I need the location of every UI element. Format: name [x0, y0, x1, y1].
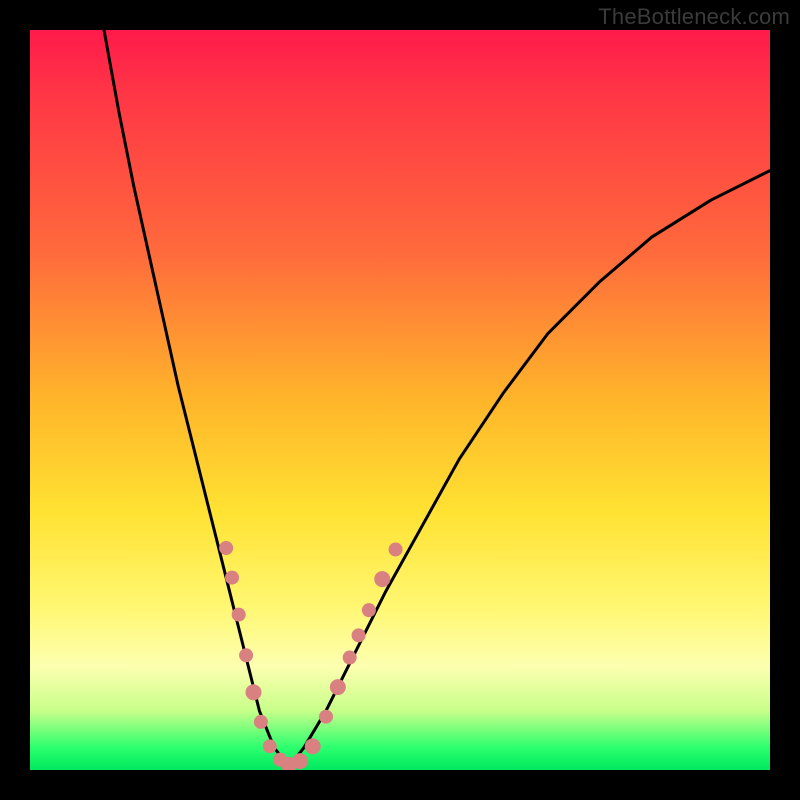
marker-14	[352, 628, 366, 642]
marker-3	[239, 648, 253, 662]
marker-4	[245, 684, 261, 700]
marker-9	[292, 753, 308, 769]
marker-12	[330, 679, 346, 695]
chart-svg	[30, 30, 770, 770]
marker-2	[232, 608, 246, 622]
marker-17	[389, 542, 403, 556]
marker-15	[362, 603, 376, 617]
chart-frame: TheBottleneck.com	[0, 0, 800, 800]
marker-13	[343, 651, 357, 665]
curve-group	[104, 30, 770, 766]
marker-10	[305, 738, 321, 754]
marker-11	[319, 710, 333, 724]
curve-right-branch	[289, 171, 770, 767]
marker-0	[219, 541, 233, 555]
marker-1	[225, 571, 239, 585]
curve-left-branch	[104, 30, 289, 766]
marker-16	[374, 571, 390, 587]
marker-6	[263, 739, 277, 753]
plot-area	[30, 30, 770, 770]
attribution-text: TheBottleneck.com	[598, 4, 790, 30]
marker-5	[254, 715, 268, 729]
